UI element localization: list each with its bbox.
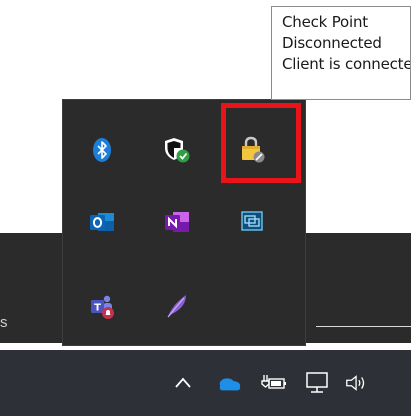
background-divider [316, 326, 411, 327]
svg-text:T: T [94, 303, 101, 314]
remote-connection-icon[interactable] [232, 202, 272, 242]
tooltip-line-client: Client is connected [282, 55, 411, 73]
onenote-icon[interactable] [157, 202, 197, 242]
volume-icon[interactable] [344, 370, 370, 396]
background-text-fragment: s [0, 314, 8, 331]
tooltip-line-status: Disconnected [282, 34, 382, 52]
battery-power-icon[interactable] [261, 370, 287, 396]
show-hidden-icons-chevron-icon[interactable] [170, 370, 196, 396]
outlook-icon[interactable] [82, 202, 122, 242]
teams-icon[interactable]: T [82, 286, 122, 326]
bluetooth-icon[interactable] [82, 130, 122, 170]
highlight-annotation [221, 103, 301, 183]
feather-app-icon[interactable] [157, 286, 197, 326]
tooltip-line-app: Check Point [282, 13, 368, 31]
onedrive-icon[interactable] [216, 370, 242, 396]
tray-tooltip: Check Point Disconnected Client is conne… [271, 6, 411, 100]
network-icon[interactable] [304, 370, 330, 396]
windows-security-icon[interactable] [157, 130, 197, 170]
